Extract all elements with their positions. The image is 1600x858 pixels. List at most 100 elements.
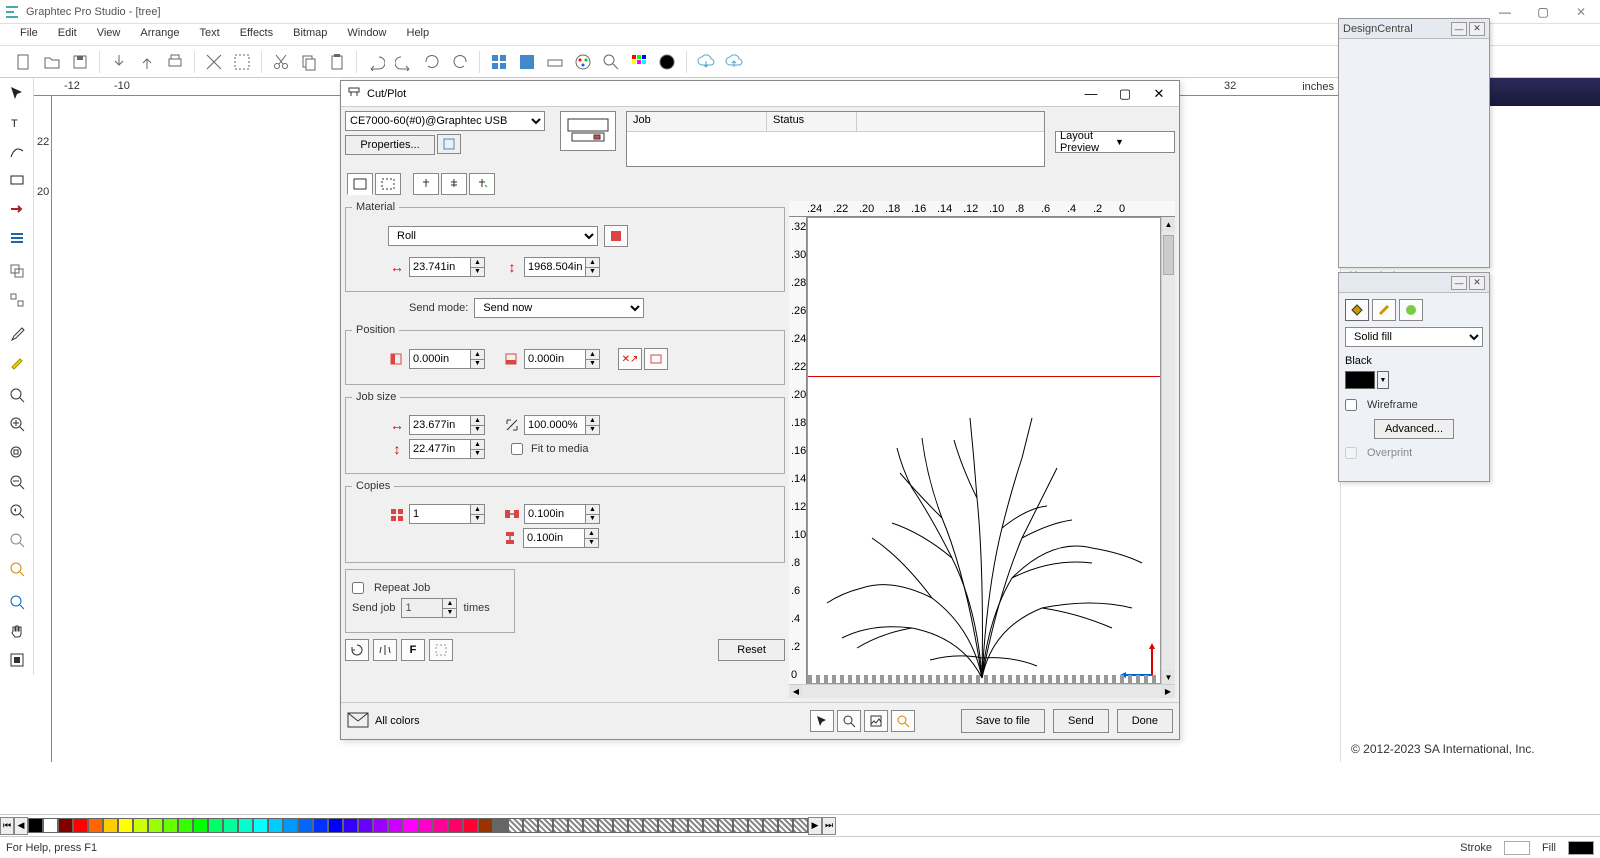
maximize-button[interactable]: ▢ (1524, 0, 1562, 24)
send-button[interactable]: Send (1053, 709, 1109, 733)
dialog-minimize[interactable]: — (1081, 86, 1101, 102)
palette-swatch[interactable] (313, 818, 328, 833)
palette-swatch[interactable] (478, 818, 493, 833)
palette-pattern-swatch[interactable] (733, 818, 748, 833)
paste-button[interactable] (325, 50, 349, 74)
palette-pattern-swatch[interactable] (628, 818, 643, 833)
palette-pattern-swatch[interactable] (583, 818, 598, 833)
material-flip-button[interactable] (604, 225, 628, 247)
stroke-tab[interactable] (1372, 299, 1396, 321)
new-button[interactable] (12, 50, 36, 74)
dialog-maximize[interactable]: ▢ (1115, 86, 1135, 102)
fit-to-media-checkbox[interactable] (511, 443, 523, 455)
tab-panel[interactable] (375, 173, 401, 195)
menu-text[interactable]: Text (190, 24, 230, 45)
palette-swatch[interactable] (163, 818, 178, 833)
status-stroke-swatch[interactable] (1504, 841, 1530, 855)
advanced-button[interactable]: Advanced... (1374, 419, 1454, 439)
gradient-tab[interactable] (1399, 299, 1423, 321)
export-button[interactable] (135, 50, 159, 74)
cut-button[interactable] (269, 50, 293, 74)
palette-pattern-swatch[interactable] (793, 818, 808, 833)
arrow-tool[interactable] (1, 195, 33, 223)
weld-tool[interactable] (1, 224, 33, 252)
position-interactive-button[interactable]: ✕↗ (618, 348, 642, 370)
palette-pattern-swatch[interactable] (763, 818, 778, 833)
menu-bitmap[interactable]: Bitmap (283, 24, 337, 45)
done-button[interactable]: Done (1117, 709, 1173, 733)
font-button[interactable]: F (401, 639, 425, 661)
palette-pattern-swatch[interactable] (553, 818, 568, 833)
border-button[interactable] (429, 639, 453, 661)
close-button[interactable]: ✕ (1562, 0, 1600, 24)
overprint-checkbox[interactable] (1345, 447, 1357, 459)
job-percent-input[interactable]: ▲▼ (524, 415, 600, 435)
open-button[interactable] (40, 50, 64, 74)
select-all-button[interactable] (230, 50, 254, 74)
palette-swatch[interactable] (298, 818, 313, 833)
palette-pattern-swatch[interactable] (778, 818, 793, 833)
zoom-in-tool[interactable] (1, 410, 33, 438)
material-width-input[interactable]: ▲▼ (409, 257, 485, 277)
palette-pattern-swatch[interactable] (598, 818, 613, 833)
pencil-tool[interactable] (1, 348, 33, 376)
palette-swatch[interactable] (328, 818, 343, 833)
mark-tool[interactable] (1, 646, 33, 674)
preview-select-tool[interactable] (810, 710, 834, 732)
palette-swatch[interactable] (208, 818, 223, 833)
menu-window[interactable]: Window (337, 24, 396, 45)
palette-swatch[interactable] (358, 818, 373, 833)
palette-pattern-swatch[interactable] (688, 818, 703, 833)
palette-swatch[interactable] (148, 818, 163, 833)
palette-swatch[interactable] (253, 818, 268, 833)
palette-swatch[interactable] (73, 818, 88, 833)
palette-swatch[interactable] (178, 818, 193, 833)
group-tool[interactable] (1, 257, 33, 285)
fill-type-select[interactable]: Solid fill (1345, 327, 1483, 347)
select-tool[interactable] (1, 79, 33, 107)
palette-swatch[interactable] (88, 818, 103, 833)
position-y-input[interactable]: ▲▼ (524, 349, 600, 369)
palette-first[interactable]: ⏮ (0, 817, 14, 835)
layout-preview-select[interactable]: Layout Preview▼ (1055, 131, 1175, 153)
printer-button[interactable] (543, 50, 567, 74)
color-wheel-button[interactable] (655, 50, 679, 74)
copies-count-input[interactable]: ▲▼ (409, 504, 485, 524)
palette-swatch[interactable] (193, 818, 208, 833)
tab-pin3[interactable] (469, 173, 495, 195)
preview-image-tool[interactable] (864, 710, 888, 732)
dc-min-button[interactable]: — (1451, 22, 1467, 36)
preview-hscroll[interactable]: ◀▶ (789, 684, 1175, 698)
color-dropdown[interactable]: ▼ (1377, 371, 1389, 389)
palette-next[interactable]: ▶ (808, 817, 822, 835)
palette-prev[interactable]: ◀ (14, 817, 28, 835)
eyedropper-tool[interactable] (1, 319, 33, 347)
dialog-titlebar[interactable]: Cut/Plot — ▢ ✕ (341, 81, 1179, 107)
cloud-upload-button[interactable] (722, 50, 746, 74)
palette-swatch[interactable] (343, 818, 358, 833)
menu-file[interactable]: File (10, 24, 48, 45)
wireframe-checkbox[interactable] (1345, 399, 1357, 411)
preview-zoom-tool[interactable] (837, 710, 861, 732)
fs-min-button[interactable]: — (1451, 276, 1467, 290)
preview-zoomfit-tool[interactable] (891, 710, 915, 732)
palette-swatch[interactable] (463, 818, 478, 833)
menu-help[interactable]: Help (397, 24, 440, 45)
swatch-button[interactable] (627, 50, 651, 74)
zoom-all-tool[interactable] (1, 588, 33, 616)
zoom-fit-tool[interactable] (1, 381, 33, 409)
dialog-close[interactable]: ✕ (1149, 86, 1169, 102)
rectangle-tool[interactable] (1, 166, 33, 194)
palette-swatch[interactable] (448, 818, 463, 833)
rotate-button[interactable] (345, 639, 369, 661)
designcentral-panel[interactable]: DesignCentral —✕ (1338, 18, 1490, 268)
sendjob-input[interactable]: ▲▼ (401, 598, 457, 618)
palette-swatch[interactable] (403, 818, 418, 833)
job-width-input[interactable]: ▲▼ (409, 415, 485, 435)
palette-pattern-swatch[interactable] (538, 818, 553, 833)
tab-pin1[interactable] (413, 173, 439, 195)
palette-swatch[interactable] (373, 818, 388, 833)
tab-pin2[interactable] (441, 173, 467, 195)
preview-vscroll[interactable]: ▲ ▼ (1161, 217, 1175, 684)
import-button[interactable] (107, 50, 131, 74)
